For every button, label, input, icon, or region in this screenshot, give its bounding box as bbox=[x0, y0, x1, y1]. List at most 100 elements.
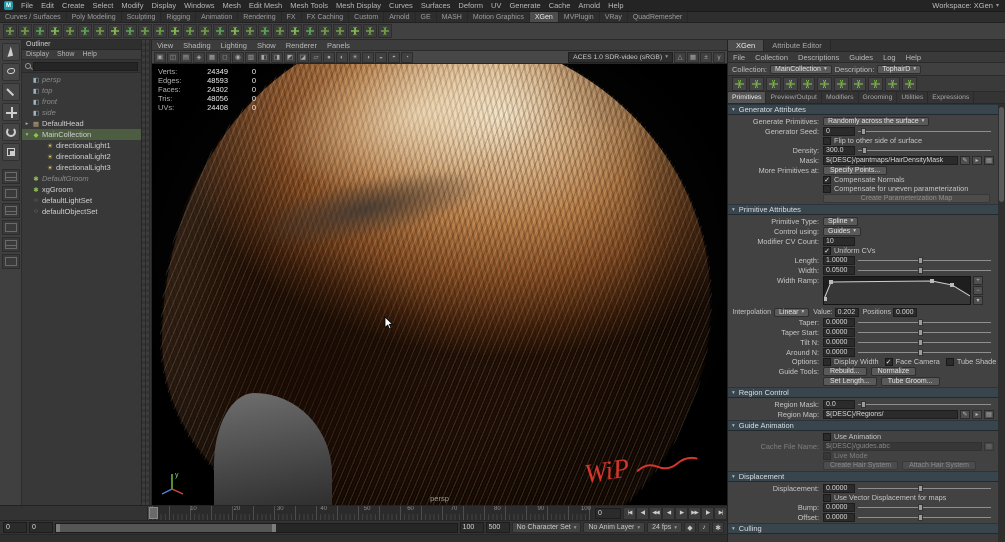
bookmarks-icon[interactable]: ◈ bbox=[193, 51, 205, 63]
layout-single-pane-button[interactable] bbox=[1, 169, 20, 184]
xgen-menu-item[interactable]: Descriptions bbox=[793, 53, 844, 62]
primitive-section-header[interactable]: Primitive Attributes bbox=[728, 204, 998, 215]
guide-visibility-icon[interactable] bbox=[851, 76, 866, 91]
normalize-button[interactable]: Normalize bbox=[870, 366, 917, 376]
xgen-shelf-icon[interactable] bbox=[3, 24, 17, 38]
outliner-menu-item[interactable]: Help bbox=[78, 51, 100, 58]
region-section-header[interactable]: Region Control bbox=[728, 387, 998, 398]
xgen-panel-tab[interactable]: Modifiers bbox=[822, 92, 859, 103]
outliner-item[interactable]: directionalLight2 bbox=[22, 151, 141, 162]
viewport-menu-item[interactable]: View bbox=[152, 41, 178, 50]
folder-icon[interactable]: ▤ bbox=[984, 155, 994, 165]
current-frame-input[interactable]: 0 bbox=[595, 507, 621, 519]
scrollbar-thumb[interactable] bbox=[999, 107, 1004, 202]
menubar-item[interactable]: Mesh Display bbox=[332, 0, 385, 11]
ramp-position-input[interactable]: 0.000 bbox=[892, 307, 917, 317]
control-using-dropdown[interactable]: Guides bbox=[823, 226, 861, 236]
viewport-menu-item[interactable]: Renderer bbox=[281, 41, 322, 50]
description-dropdown[interactable]: TophairD bbox=[877, 64, 922, 74]
bump-slider[interactable] bbox=[858, 503, 991, 512]
outliner-search-input[interactable] bbox=[33, 61, 138, 71]
generator-seed-slider[interactable] bbox=[858, 127, 991, 136]
tool-button[interactable] bbox=[1, 63, 20, 81]
xgen-shelf-icon[interactable] bbox=[138, 24, 152, 38]
tube-groom-button[interactable]: Tube Groom... bbox=[880, 376, 940, 386]
outliner-item[interactable]: directionalLight3 bbox=[22, 162, 141, 173]
new-collection-icon[interactable] bbox=[749, 76, 764, 91]
menubar-item[interactable]: Help bbox=[604, 0, 627, 11]
outliner-item[interactable]: MainCollection bbox=[22, 129, 141, 140]
outliner-item[interactable]: directionalLight1 bbox=[22, 140, 141, 151]
shelf-tab[interactable]: FX bbox=[282, 12, 302, 22]
shelf-tab[interactable]: Motion Graphics bbox=[468, 12, 530, 22]
shelf-tab[interactable]: VRay bbox=[600, 12, 628, 22]
range-slider[interactable] bbox=[55, 522, 458, 533]
collection-dropdown[interactable]: MainCollection bbox=[770, 64, 832, 74]
shelf-tab[interactable]: Animation bbox=[196, 12, 239, 22]
xgen-shelf-icon[interactable] bbox=[243, 24, 257, 38]
paint-brush-icon[interactable]: ✎ bbox=[960, 155, 970, 165]
xgen-shelf-icon[interactable] bbox=[63, 24, 77, 38]
menubar-item[interactable]: Edit Mesh bbox=[245, 0, 286, 11]
import-collection-icon[interactable] bbox=[766, 76, 781, 91]
xgen-shelf-icon[interactable] bbox=[48, 24, 62, 38]
around-n-input[interactable]: 0.0000 bbox=[823, 347, 855, 357]
xgen-shelf-icon[interactable] bbox=[273, 24, 287, 38]
xgen-shelf-icon[interactable] bbox=[108, 24, 122, 38]
outliner-item[interactable]: defaultLightSet bbox=[22, 195, 141, 206]
xgen-shelf-icon[interactable] bbox=[258, 24, 272, 38]
motion-blur-icon[interactable]: ◓ bbox=[388, 51, 400, 63]
shelf-tab[interactable]: MVPlugin bbox=[559, 12, 600, 22]
tool-button[interactable] bbox=[1, 83, 20, 101]
tilt-n-slider[interactable] bbox=[858, 338, 991, 347]
tool-button[interactable] bbox=[1, 43, 20, 61]
display-width-checkbox[interactable] bbox=[823, 357, 831, 366]
xgen-shelf-icon[interactable] bbox=[123, 24, 137, 38]
menubar-item[interactable]: Generate bbox=[505, 0, 544, 11]
shelf-tab[interactable]: Rendering bbox=[238, 12, 282, 22]
density-input[interactable]: 300.0 bbox=[823, 145, 855, 155]
culling-section-header[interactable]: Culling bbox=[728, 523, 998, 534]
outliner-item[interactable]: persp bbox=[22, 74, 141, 85]
viewport-menu-item[interactable]: Shading bbox=[178, 41, 216, 50]
add-guide-icon[interactable] bbox=[800, 76, 815, 91]
attributes-scrollbar[interactable] bbox=[998, 104, 1005, 542]
step-forward-frame-button[interactable]: |▶ bbox=[701, 506, 714, 520]
exposure-icon[interactable]: ± bbox=[700, 51, 712, 63]
outliner-menu-item[interactable]: Display bbox=[22, 51, 53, 58]
generator-seed-input[interactable]: 0 bbox=[823, 126, 855, 136]
export-selection-icon[interactable] bbox=[783, 76, 798, 91]
isolate-select-icon[interactable]: △ bbox=[674, 51, 686, 63]
shelf-tab[interactable]: Custom bbox=[349, 12, 385, 22]
xgen-shelf-icon[interactable] bbox=[78, 24, 92, 38]
menubar-item[interactable]: Select bbox=[89, 0, 118, 11]
density-brush-icon[interactable] bbox=[868, 76, 883, 91]
step-back-key-button[interactable]: ◀◀ bbox=[649, 506, 662, 520]
generate-primitives-dropdown[interactable]: Randomly across the surface bbox=[823, 116, 930, 126]
mute-icon[interactable]: ♪ bbox=[698, 522, 710, 533]
time-slider[interactable]: 0102030405060708090100 bbox=[148, 506, 593, 520]
workspace-selector[interactable]: Workspace: XGen ▾ bbox=[932, 1, 1005, 10]
expand-arrow-icon[interactable] bbox=[24, 132, 30, 138]
uniform-cvs-checkbox[interactable] bbox=[823, 246, 831, 255]
gamma-icon[interactable]: γ bbox=[713, 51, 725, 63]
shelf-tab[interactable]: Arnold bbox=[384, 12, 416, 22]
offset-slider[interactable] bbox=[858, 513, 991, 522]
anim-layer-dropdown[interactable]: No Anim Layer bbox=[583, 522, 646, 533]
outliner-item[interactable]: defaultObjectSet bbox=[22, 206, 141, 217]
outliner-item[interactable]: top bbox=[22, 85, 141, 96]
animation-start-input[interactable]: 0 bbox=[3, 522, 27, 533]
image-plane-icon[interactable]: ▦ bbox=[206, 51, 218, 63]
shelf-tab[interactable]: XGen bbox=[529, 12, 559, 22]
auto-keyframe-icon[interactable]: ◆ bbox=[684, 522, 696, 533]
current-time-indicator[interactable] bbox=[149, 507, 158, 519]
step-forward-key-button[interactable]: ▶▶ bbox=[688, 506, 701, 520]
xgen-panel-tab[interactable]: Primitives bbox=[728, 92, 767, 103]
xgen-shelf-icon[interactable] bbox=[363, 24, 377, 38]
displacement-section-header[interactable]: Displacement bbox=[728, 471, 998, 482]
xgen-shelf-icon[interactable] bbox=[288, 24, 302, 38]
interpolation-dropdown[interactable]: Linear bbox=[774, 307, 810, 317]
resolution-gate-icon[interactable]: ◨ bbox=[271, 51, 283, 63]
go-to-start-button[interactable]: |◀ bbox=[623, 506, 636, 520]
xgen-shelf-icon[interactable] bbox=[348, 24, 362, 38]
